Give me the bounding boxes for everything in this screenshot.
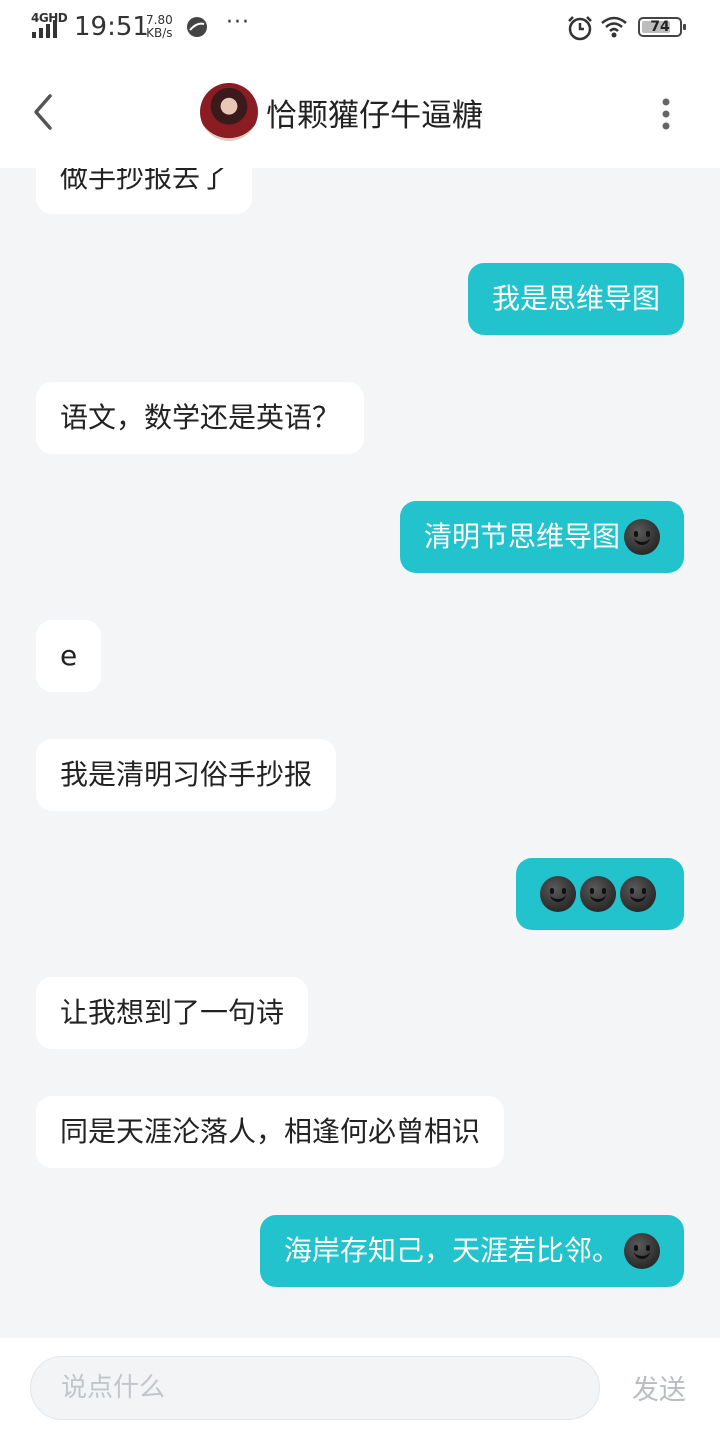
message-bubble-incoming[interactable]: 我是清明习俗手抄报 [36,739,337,811]
message-input[interactable] [30,1356,600,1420]
smile-emoji-icon [620,876,656,912]
message-bubble-outgoing[interactable]: 我是思维导图 [467,263,684,335]
input-bar: 发送 [0,1338,720,1436]
status-bar: 4GHD 19:51 7.80 KB/s ··· 74 [0,0,720,60]
battery-level: 74 [650,19,670,35]
smile-emoji-icon [624,1233,660,1269]
message-text: 同是天涯沦落人，相逢何必曾相识 [60,1115,481,1148]
message-text: 我是思维导图 [491,282,660,315]
smile-emoji-icon [580,876,616,912]
vertical-dots-icon[interactable] [654,94,678,134]
more-notifications-icon: ··· [226,10,250,35]
message-text: 清明节思维导图 [423,520,620,553]
message-bubble-outgoing[interactable] [516,858,684,930]
wifi-icon [601,16,627,38]
battery-icon: 74 [638,17,686,37]
signal-icon [32,20,57,38]
smile-emoji-icon [540,876,576,912]
message-bubble-outgoing[interactable]: 清明节思维导图 [399,501,684,573]
clock-time: 19:51 [74,12,149,42]
message-text: 语文，数学还是英语？ [60,401,341,434]
chat-title: 恰颗獾仔牛逼糖 [266,97,483,134]
send-button[interactable]: 发送 [632,1368,686,1407]
network-speed: 7.80 KB/s [146,14,173,40]
message-text: 做手抄报去了 [60,168,229,194]
message-bubble-incoming[interactable]: e [36,620,102,692]
message-bubble-outgoing[interactable]: 海岸存知己，天涯若比邻。 [259,1215,684,1287]
app-notification-icon [187,17,207,37]
message-bubble-incoming[interactable]: 让我想到了一句诗 [36,977,309,1049]
message-bubble-incoming[interactable]: 同是天涯沦落人，相逢何必曾相识 [36,1096,505,1168]
message-text: 让我想到了一句诗 [60,996,285,1029]
message-text: e [60,639,78,672]
chat-header: 恰颗獾仔牛逼糖 [0,60,720,168]
message-text: 我是清明习俗手抄报 [60,758,313,791]
chat-title-group[interactable]: 恰颗獾仔牛逼糖 [200,82,483,142]
message-text: 海岸存知己，天涯若比邻。 [283,1234,620,1267]
back-button[interactable] [28,90,58,134]
message-bubble-incoming[interactable]: 语文，数学还是英语？ [36,382,365,454]
alarm-icon [568,16,592,41]
speed-unit: KB/s [146,26,173,40]
smile-emoji-icon [624,519,660,555]
message-list[interactable]: 做手抄报去了 我是思维导图 语文，数学还是英语？ 清明节思维导图 e 我是清明习… [0,168,720,1338]
message-bubble-incoming[interactable]: 做手抄报去了 [36,168,253,214]
avatar[interactable] [200,83,258,141]
